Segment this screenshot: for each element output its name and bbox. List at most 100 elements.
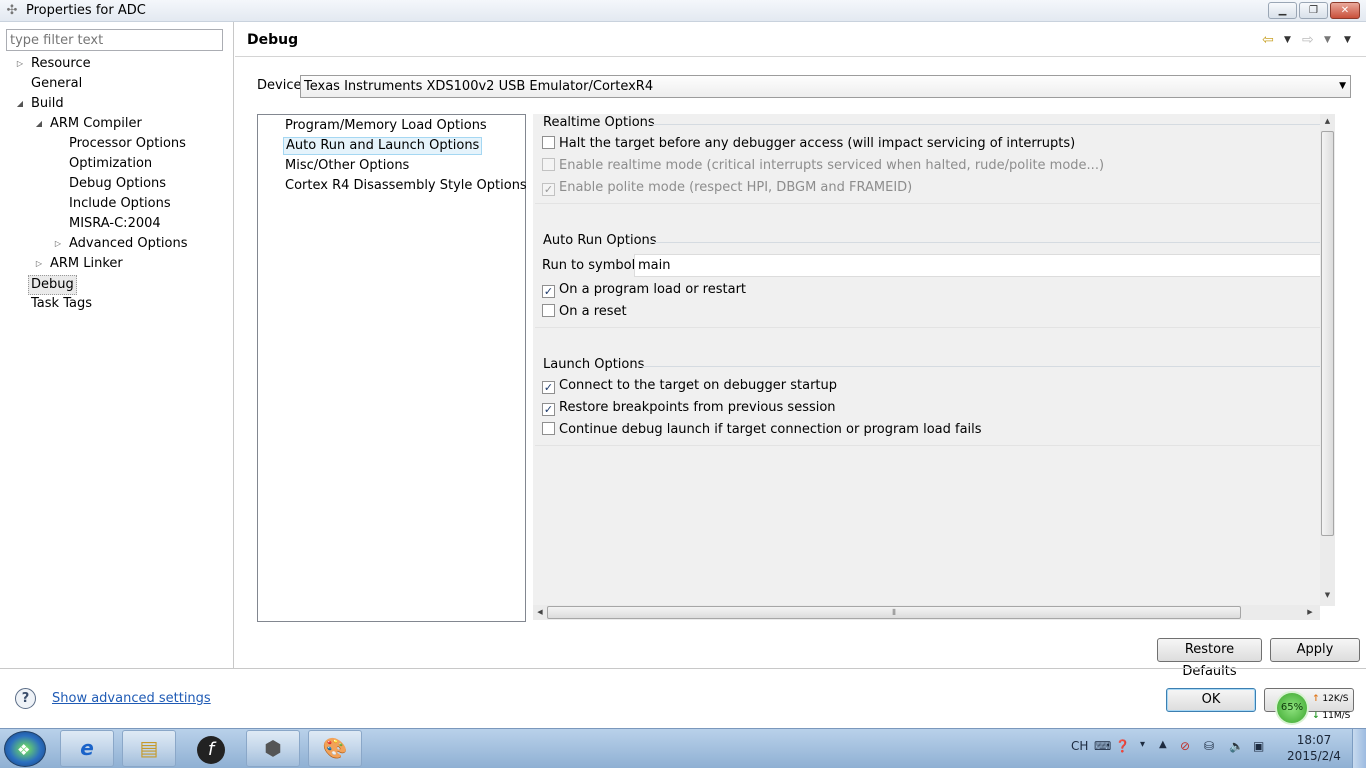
help-tray-icon[interactable]: ❓ (1115, 739, 1130, 753)
run-to-symbol-input[interactable]: main (634, 254, 1321, 277)
view-menu-chevron-down-icon[interactable]: ▼ (1344, 32, 1351, 48)
show-advanced-settings-link[interactable]: Show advanced settings (52, 691, 211, 706)
tree-item-debug[interactable]: Debug (28, 275, 77, 295)
option-cortex-disassembly[interactable]: Cortex R4 Disassembly Style Options (283, 177, 529, 195)
scroll-down-icon[interactable]: ▼ (1320, 588, 1335, 603)
checkbox-box (542, 136, 555, 149)
start-button[interactable]: ❖ (4, 731, 46, 767)
upload-arrow-icon: ↑ (1312, 694, 1320, 704)
taskbar: ❖ e ▤ f ⬢ 🎨 CH ⌨ ❓ ▾ ▲ ⊘ ⛁ 🔈 ▣ 18:07 201… (0, 728, 1366, 768)
tree-item-build[interactable]: Build (31, 94, 64, 114)
option-program-memory-load[interactable]: Program/Memory Load Options (283, 117, 489, 135)
forward-menu-chevron-down-icon[interactable]: ▼ (1324, 32, 1331, 48)
cube-app-icon[interactable]: ⬢ (246, 730, 300, 767)
tree-item-include-options[interactable]: Include Options (69, 194, 171, 214)
enable-realtime-checkbox: Enable realtime mode (critical interrupt… (542, 157, 1104, 175)
enable-realtime-label: Enable realtime mode (critical interrupt… (559, 158, 1105, 173)
launch-group-title: Launch Options (543, 357, 645, 372)
option-misc-other[interactable]: Misc/Other Options (283, 157, 411, 175)
restore-breakpoints-label: Restore breakpoints from previous sessio… (559, 400, 836, 415)
volume-icon[interactable]: 🔈 (1229, 739, 1244, 753)
show-desktop-button[interactable] (1352, 729, 1366, 768)
continue-launch-label: Continue debug launch if target connecti… (559, 422, 982, 437)
on-program-load-checkbox[interactable]: ✓ On a program load or restart (542, 281, 746, 299)
connect-target-checkbox[interactable]: ✓ Connect to the target on debugger start… (542, 377, 837, 395)
checkbox-box (542, 304, 555, 317)
restore-defaults-button[interactable]: Restore Defaults (1157, 638, 1262, 679)
tree-item-misra[interactable]: MISRA-C:2004 (69, 214, 161, 234)
internet-explorer-icon[interactable]: e (60, 730, 114, 767)
vertical-scrollbar[interactable]: ▲ ▼ (1320, 114, 1335, 606)
footer-separator (0, 668, 1366, 669)
expand-advanced-options-icon[interactable]: ▷ (53, 234, 63, 254)
tree-item-optimization[interactable]: Optimization (69, 154, 152, 174)
download-speed-value: 11M/S (1322, 711, 1351, 721)
scroll-left-icon[interactable]: ◀ (533, 605, 547, 620)
scroll-up-icon[interactable]: ▲ (1320, 114, 1335, 129)
header-separator (235, 56, 1366, 57)
option-auto-run-launch[interactable]: Auto Run and Launch Options (283, 137, 483, 155)
tree-item-general[interactable]: General (31, 74, 82, 94)
network-gauge: 65% (1275, 691, 1309, 725)
restore-breakpoints-checkbox[interactable]: ✓ Restore breakpoints from previous sessi… (542, 399, 836, 417)
forward-arrow-icon[interactable]: ⇨ (1302, 32, 1314, 48)
taskbar-clock[interactable]: 18:07 2015/2/4 (1282, 732, 1346, 764)
tree-item-task-tags[interactable]: Task Tags (31, 294, 92, 314)
close-button[interactable]: ✕ (1330, 2, 1360, 19)
help-icon[interactable]: ? (15, 688, 36, 709)
flash-app-icon[interactable]: f (184, 730, 238, 767)
scroll-right-icon[interactable]: ▶ (1303, 605, 1317, 620)
file-explorer-icon[interactable]: ▤ (122, 730, 176, 767)
maximize-button[interactable]: ❐ (1299, 2, 1328, 19)
apply-button[interactable]: Apply (1270, 638, 1360, 662)
tree-item-advanced-options[interactable]: Advanced Options (69, 234, 188, 254)
network-speed-widget[interactable]: 65% ↑ 12K/S ↓ 11M/S (1272, 688, 1366, 728)
show-hidden-icons-icon[interactable]: ▲ (1159, 739, 1167, 750)
continue-launch-checkbox[interactable]: Continue debug launch if target connecti… (542, 421, 982, 439)
ime-indicator[interactable]: CH (1071, 739, 1088, 753)
expand-resource-icon[interactable]: ▷ (15, 54, 25, 74)
option-category-list: Program/Memory Load Options Auto Run and… (257, 114, 529, 622)
connect-target-label: Connect to the target on debugger startu… (559, 378, 838, 393)
back-menu-chevron-down-icon[interactable]: ▼ (1284, 32, 1291, 48)
vertical-scroll-thumb[interactable] (1321, 131, 1334, 536)
filter-input[interactable] (6, 29, 223, 51)
ime-menu-chevron-down-icon[interactable]: ▾ (1140, 739, 1145, 750)
check-icon: ✓ (542, 183, 555, 196)
on-reset-checkbox[interactable]: On a reset (542, 303, 627, 321)
keyboard-icon[interactable]: ⌨ (1094, 739, 1111, 753)
ok-button[interactable]: OK (1166, 688, 1256, 712)
download-speed: ↓ 11M/S (1312, 711, 1350, 721)
collapse-arm-compiler-icon[interactable]: ◢ (34, 114, 44, 134)
group-divider (651, 242, 1321, 243)
app-icon: ✣ (6, 3, 18, 18)
halt-target-checkbox[interactable]: Halt the target before any debugger acce… (542, 135, 1075, 153)
on-program-load-label: On a program load or restart (559, 282, 747, 297)
device-select[interactable]: Texas Instruments XDS100v2 USB Emulator/… (300, 75, 1351, 98)
collapse-build-icon[interactable]: ◢ (15, 94, 25, 114)
horizontal-scroll-thumb[interactable]: ⦀ (547, 606, 1241, 619)
on-reset-label: On a reset (559, 304, 627, 319)
checkbox-box (542, 422, 555, 435)
security-tray-icon[interactable]: ⊘ (1180, 739, 1190, 753)
minimize-button[interactable]: ▁ (1268, 2, 1297, 19)
horizontal-scrollbar[interactable]: ◀ ⦀ ▶ (533, 605, 1320, 620)
tree-item-debug-options[interactable]: Debug Options (69, 174, 166, 194)
tree-item-resource[interactable]: Resource (31, 54, 91, 74)
expand-arm-linker-icon[interactable]: ▷ (34, 254, 44, 274)
polite-mode-checkbox: ✓ Enable polite mode (respect HPI, DBGM a… (542, 179, 912, 197)
network-icon[interactable]: ▣ (1253, 739, 1264, 753)
tree-item-processor-options[interactable]: Processor Options (69, 134, 186, 154)
usb-device-icon[interactable]: ⛁ (1204, 739, 1214, 753)
paint-palette-icon[interactable]: 🎨 (308, 730, 362, 767)
device-label: Device (257, 78, 302, 93)
windows-logo-icon: ❖ (17, 741, 31, 759)
upload-speed: ↑ 12K/S (1312, 694, 1349, 704)
tree-item-arm-compiler[interactable]: ARM Compiler (50, 114, 142, 134)
checkbox-box (542, 158, 555, 171)
back-arrow-icon[interactable]: ⇦ (1262, 32, 1274, 48)
run-to-symbol-label: Run to symbol (542, 258, 636, 273)
realtime-group-title: Realtime Options (543, 115, 655, 130)
title-bar: ✣ Properties for ADC ▁ ❐ ✕ (0, 0, 1366, 22)
tree-item-arm-linker[interactable]: ARM Linker (50, 254, 123, 274)
